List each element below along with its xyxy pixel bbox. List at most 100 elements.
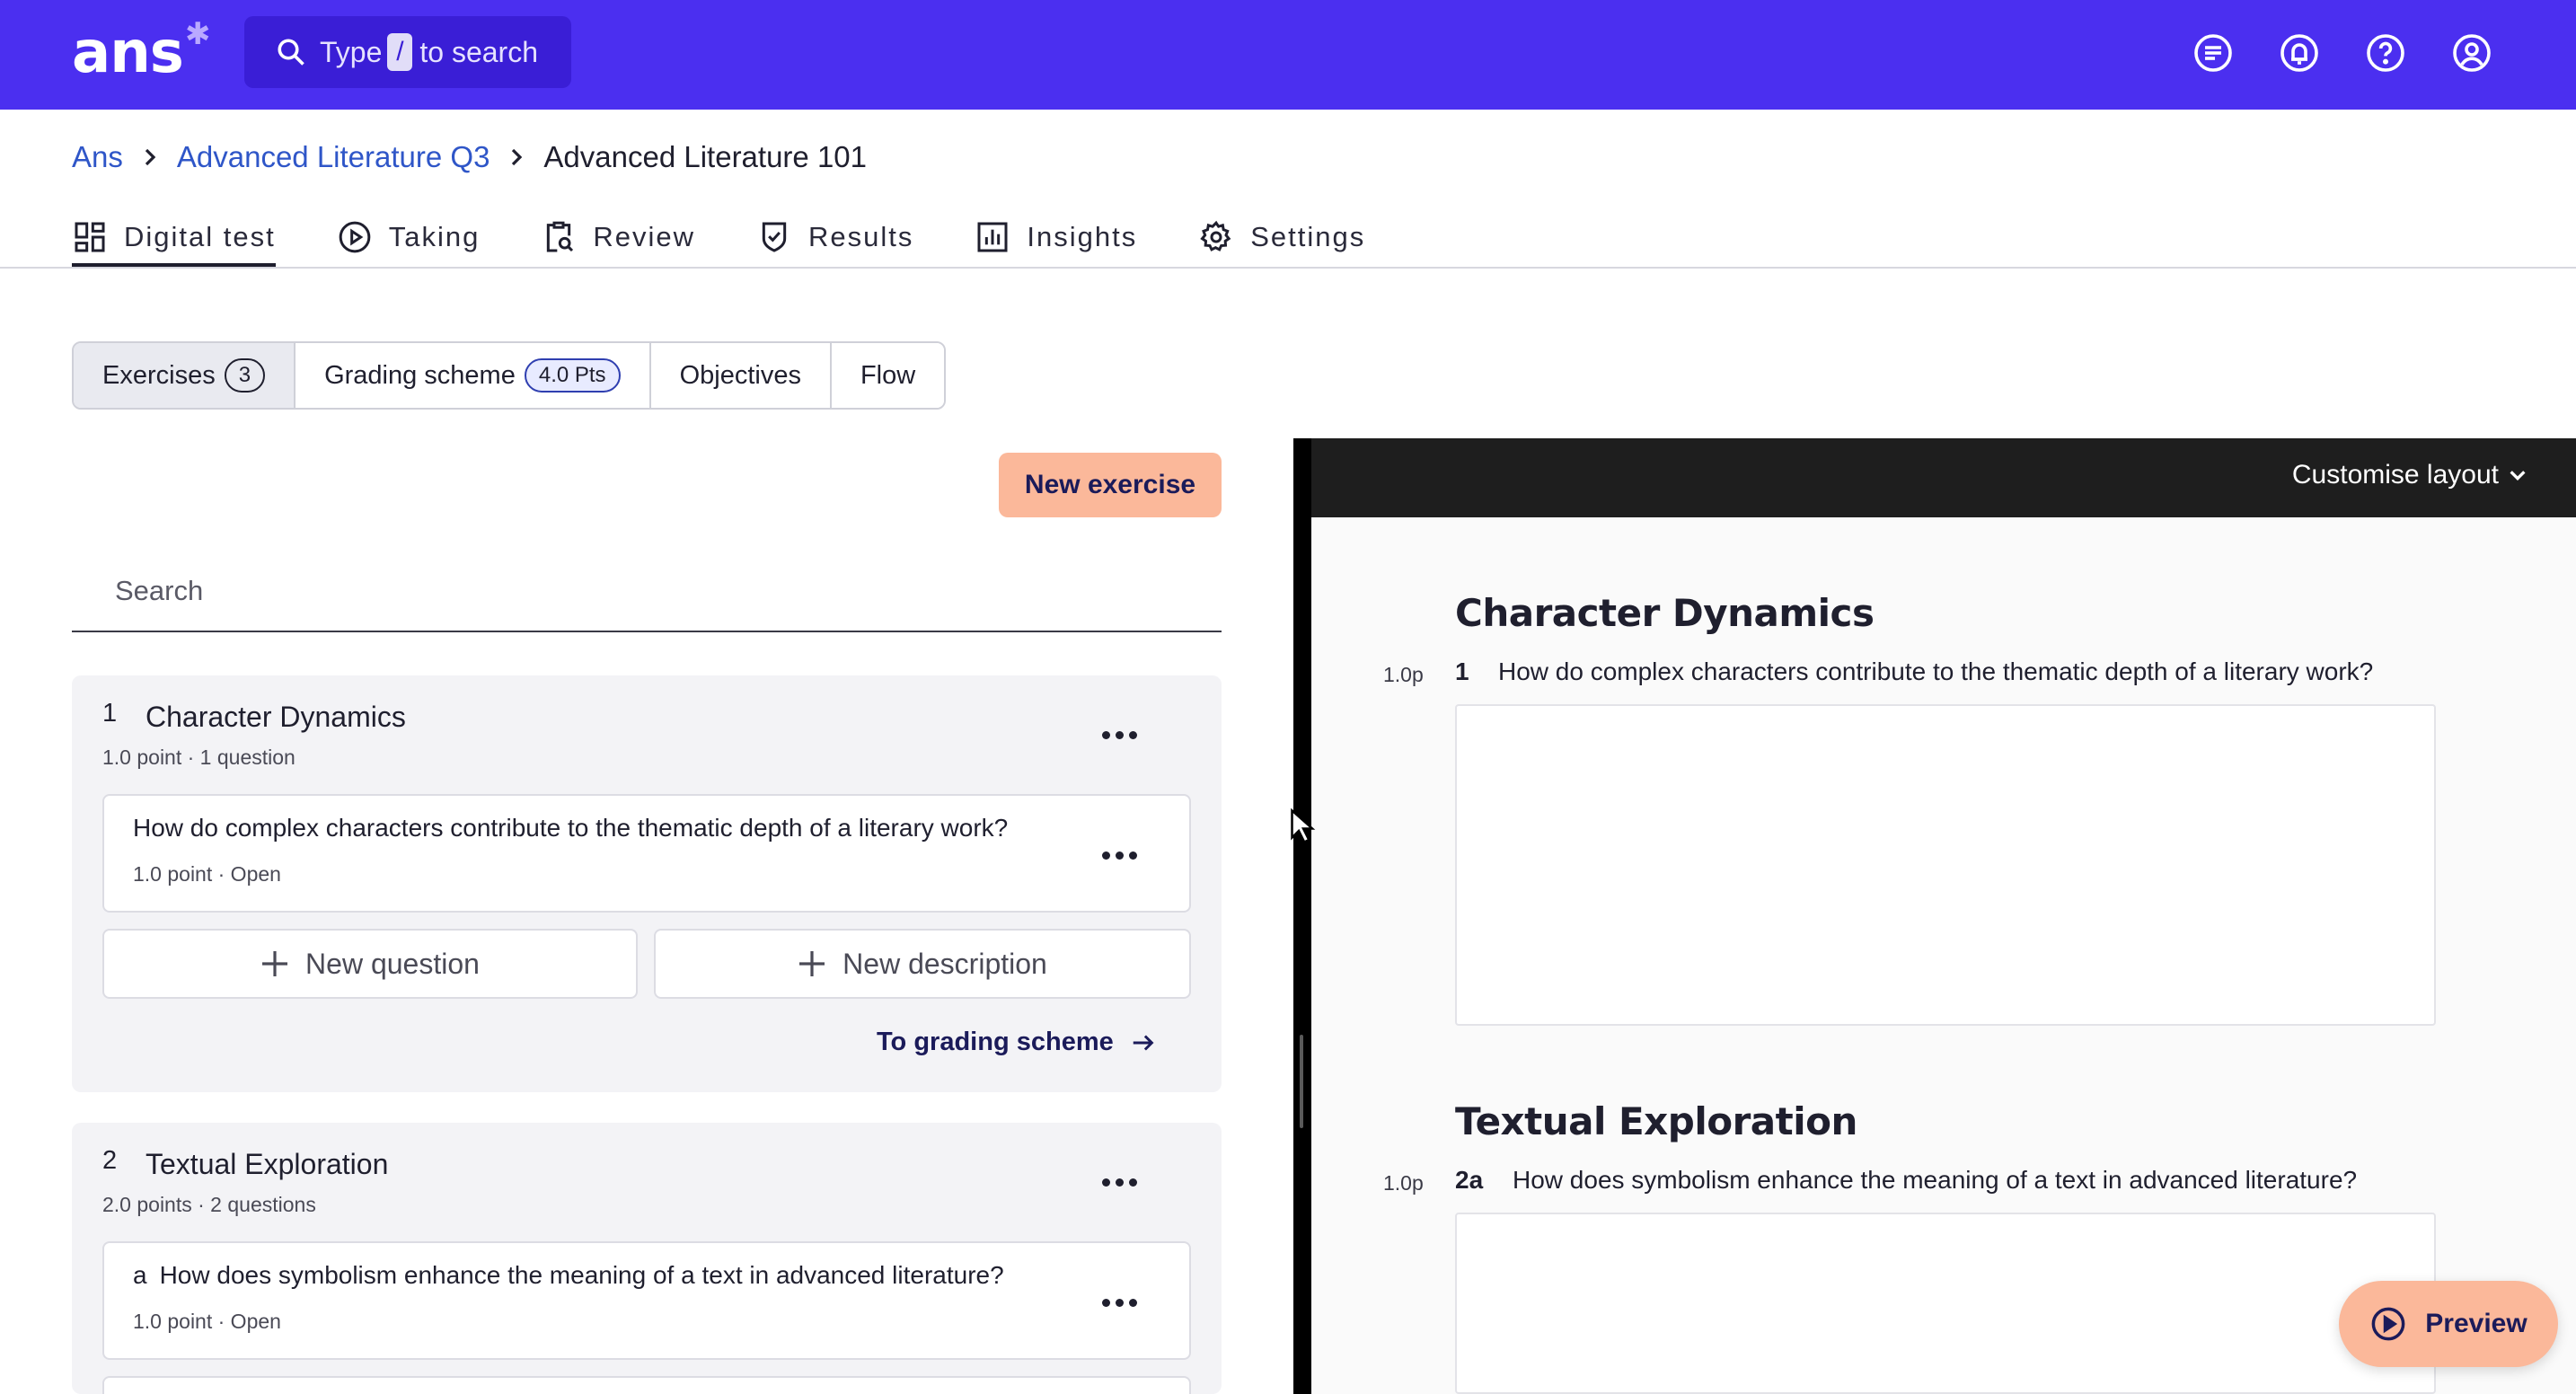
exercise-meta: 2.0 points · 2 questions	[102, 1193, 316, 1216]
subtab-label: Exercises	[102, 360, 216, 390]
exercise-number: 1	[102, 699, 118, 728]
question-letter: a	[133, 1261, 147, 1289]
dropdown-label: Customise layout	[2291, 460, 2499, 490]
chevron-down-icon	[2510, 471, 2526, 481]
plus-icon	[262, 951, 288, 976]
question-text: How do complex characters contribute to …	[133, 814, 1009, 842]
more-options-icon[interactable]	[1092, 1164, 1146, 1200]
question-text: a How does symbolism enhance the meaning …	[133, 1261, 1004, 1290]
tab-label: Digital test	[124, 221, 276, 252]
chevron-right-icon	[507, 146, 525, 168]
preview-question-text: How does symbolism enhance the meaning o…	[1513, 1166, 2358, 1194]
search-icon	[278, 39, 304, 66]
preview-section-title: Textual Exploration	[1455, 1099, 1857, 1143]
breadcrumb-ans[interactable]: Ans	[72, 140, 123, 174]
exercise-meta: 1.0 point · 1 question	[102, 746, 296, 769]
bell-icon[interactable]	[2278, 31, 2321, 75]
tab-label: Taking	[388, 221, 481, 252]
subtab-label: Grading scheme	[324, 360, 516, 390]
plus-icon	[799, 951, 825, 976]
gear-icon	[1200, 220, 1231, 251]
question-text-body: How does symbolism enhance the meaning o…	[159, 1261, 1004, 1289]
customise-layout-dropdown[interactable]: Customise layout	[2292, 460, 2527, 490]
top-bar: ans ✱ Type / to search	[0, 0, 2576, 110]
nav-divider	[0, 267, 2576, 269]
tab-digital-test[interactable]: Digital test	[72, 207, 276, 268]
question-meta: 1.0 point · Open	[133, 862, 281, 886]
points-badge: 4.0 Pts	[524, 358, 621, 393]
panel-divider[interactable]	[1293, 438, 1311, 1394]
search-shortcut-key: /	[387, 33, 413, 71]
search-suffix: to search	[419, 35, 538, 68]
preview-question-number: 1	[1455, 657, 1469, 685]
preview-section-title: Character Dynamics	[1455, 591, 1875, 635]
to-grading-scheme-link[interactable]: To grading scheme	[877, 1028, 1157, 1057]
play-icon	[2371, 1307, 2405, 1341]
subtab-flow[interactable]: Flow	[831, 343, 945, 408]
preview-header: Customise layout	[1311, 438, 2576, 517]
shield-check-icon	[762, 222, 787, 252]
tab-label: Insights	[1027, 221, 1138, 252]
tab-taking[interactable]: Taking	[337, 207, 481, 268]
answer-field[interactable]	[1455, 704, 2436, 1026]
new-question-button[interactable]: New question	[102, 929, 638, 999]
question-card[interactable]	[102, 1376, 1191, 1394]
new-exercise-button[interactable]: New exercise	[999, 453, 1222, 517]
tab-settings[interactable]: Settings	[1198, 207, 1365, 268]
exercise-count-badge: 3	[224, 358, 266, 393]
question-card[interactable]: a How does symbolism enhance the meaning …	[102, 1241, 1191, 1360]
breadcrumb: Ans Advanced Literature Q3 Advanced Lite…	[72, 140, 867, 174]
tab-label: Settings	[1250, 221, 1366, 252]
chart-icon	[977, 222, 1008, 252]
tab-insights[interactable]: Insights	[975, 207, 1137, 268]
button-label: New description	[842, 947, 1047, 980]
exercise-number: 2	[102, 1146, 118, 1175]
preview-points: 1.0p	[1383, 663, 1424, 686]
main-nav-tabs: Digital test Taking Review Results Insig…	[72, 207, 1426, 268]
subtab-exercises[interactable]: Exercises 3	[74, 343, 296, 408]
new-description-button[interactable]: New description	[654, 929, 1191, 999]
preview-button[interactable]: Preview	[2339, 1281, 2558, 1367]
question-meta: 1.0 point · Open	[133, 1310, 281, 1333]
more-options-icon[interactable]	[1092, 837, 1146, 873]
chat-icon[interactable]	[2192, 31, 2235, 75]
sub-tabs: Exercises 3 Grading scheme 4.0 Pts Objec…	[72, 341, 947, 410]
exercise-title[interactable]: Character Dynamics	[146, 701, 406, 734]
chevron-right-icon	[141, 146, 159, 168]
button-label: Preview	[2425, 1309, 2527, 1338]
preview-question-text: How do complex characters contribute to …	[1498, 657, 2374, 685]
subtab-grading-scheme[interactable]: Grading scheme 4.0 Pts	[296, 343, 651, 408]
answer-field[interactable]	[1455, 1213, 2436, 1394]
link-label: To grading scheme	[877, 1028, 1114, 1056]
user-icon[interactable]	[2450, 31, 2493, 75]
button-label: New question	[305, 947, 480, 980]
ans-logo[interactable]: ans ✱	[72, 16, 210, 86]
breadcrumb-current: Advanced Literature 101	[543, 140, 868, 173]
exercise-search-input[interactable]	[72, 551, 1222, 632]
exercise-card: 2 Textual Exploration 2.0 points · 2 que…	[72, 1123, 1222, 1394]
subtab-objectives[interactable]: Objectives	[650, 343, 832, 408]
exercise-title[interactable]: Textual Exploration	[146, 1148, 388, 1181]
tab-results[interactable]: Results	[756, 207, 913, 268]
more-options-icon[interactable]	[1092, 1284, 1146, 1320]
logo-text: ans	[72, 20, 184, 86]
exercise-card: 1 Character Dynamics 1.0 point · 1 quest…	[72, 675, 1222, 1092]
tab-label: Results	[808, 221, 914, 252]
breadcrumb-course[interactable]: Advanced Literature Q3	[177, 140, 490, 174]
tab-label: Review	[593, 221, 695, 252]
preview-points: 1.0p	[1383, 1171, 1424, 1195]
question-card[interactable]: How do complex characters contribute to …	[102, 794, 1191, 913]
logo-star-icon: ✱	[185, 16, 210, 52]
clipboard-search-icon	[547, 221, 574, 252]
more-options-icon[interactable]	[1092, 717, 1146, 753]
grid-icon	[75, 222, 105, 252]
subtab-label: Objectives	[679, 360, 801, 390]
play-icon	[339, 221, 371, 253]
search-prefix: Type	[320, 35, 383, 68]
global-search[interactable]: Type / to search	[244, 16, 571, 88]
resize-handle[interactable]	[1300, 1035, 1303, 1128]
mouse-cursor-icon	[1291, 808, 1316, 844]
tab-review[interactable]: Review	[541, 207, 695, 268]
help-icon[interactable]	[2364, 31, 2407, 75]
subtab-label: Flow	[860, 360, 916, 390]
